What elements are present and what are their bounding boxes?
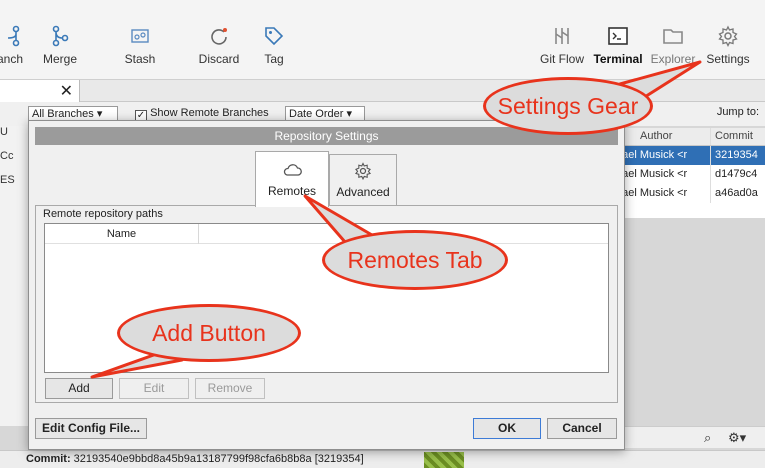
- add-button-callout: Add Button: [117, 304, 301, 362]
- main-toolbar: anch Merge Stash Discard Tag Git Flow Te…: [0, 0, 765, 80]
- author-column-header[interactable]: Author: [612, 128, 710, 145]
- status-bar: Commit: 32193540e9bbd8a45b9a13187799f98c…: [0, 450, 765, 468]
- author-cell: hael Musick <r: [616, 149, 688, 161]
- merge-icon: [28, 24, 92, 50]
- cancel-button[interactable]: Cancel: [547, 418, 617, 439]
- list-header: Name: [45, 224, 608, 244]
- settings-button[interactable]: Settings: [696, 24, 760, 66]
- table-row[interactable]: hael Musick <r d1479c4: [612, 165, 765, 184]
- graph-pattern: [424, 452, 464, 468]
- add-button[interactable]: Add: [45, 378, 113, 399]
- search-icon[interactable]: ⌕: [704, 430, 711, 446]
- stash-icon: [108, 24, 172, 50]
- sidebar-text-3: ES: [0, 174, 15, 186]
- stash-button[interactable]: Stash: [108, 24, 172, 66]
- remote-paths-list[interactable]: Name: [44, 223, 609, 373]
- table-row[interactable]: hael Musick <r a46ad0a: [612, 184, 765, 203]
- remove-button[interactable]: Remove: [195, 378, 265, 399]
- gear-icon: [352, 161, 374, 181]
- commit-column-header[interactable]: Commit: [710, 128, 765, 145]
- merge-label: Merge: [42, 52, 77, 66]
- gear-icon[interactable]: ⚙▾: [728, 430, 746, 446]
- commit-table-header: Author Commit: [612, 128, 765, 146]
- sidebar-stub: U Cc ES: [0, 126, 28, 426]
- search-strip: ⌕ ⚙▾: [620, 426, 765, 448]
- close-icon[interactable]: ✕: [60, 81, 73, 101]
- remotes-tab-callout: Remotes Tab: [322, 230, 508, 290]
- gear-icon: [696, 24, 760, 50]
- tab-advanced-label: Advanced: [336, 185, 390, 199]
- tag-button[interactable]: Tag: [242, 24, 306, 66]
- commit-hash: 32193540e9bbd8a45b9a13187799f98cfa6b8b8a…: [73, 453, 364, 465]
- name-column-header[interactable]: Name: [45, 224, 199, 244]
- branch-label: anch: [0, 52, 24, 66]
- table-row[interactable]: hael Musick <r 3219354: [612, 146, 765, 165]
- commit-table: Author Commit hael Musick <r 3219354 hae…: [612, 128, 765, 218]
- merge-button[interactable]: Merge: [28, 24, 92, 66]
- cloud-icon: [281, 160, 303, 180]
- discard-label: Discard: [198, 52, 240, 66]
- settings-gear-callout-text: Settings Gear: [497, 92, 639, 119]
- tab-remotes-label: Remotes: [267, 184, 317, 198]
- group-label: Remote repository paths: [41, 208, 165, 220]
- terminal-label: Terminal: [593, 52, 643, 66]
- git-flow-button[interactable]: Git Flow: [530, 24, 594, 66]
- order-value: Date Order: [289, 108, 344, 120]
- stash-label: Stash: [124, 52, 156, 66]
- author-cell: hael Musick <r: [616, 168, 688, 180]
- commit-label: Commit:: [26, 453, 71, 465]
- show-remote-label: Show Remote Branches: [150, 107, 269, 119]
- explorer-label: Explorer: [650, 52, 696, 66]
- commit-cell: d1479c4: [710, 165, 765, 184]
- branches-filter-value: All Branches: [32, 108, 94, 120]
- add-button-callout-text: Add Button: [152, 319, 266, 346]
- ok-button[interactable]: OK: [473, 418, 541, 439]
- commit-cell: a46ad0a: [710, 184, 765, 203]
- tab-remotes[interactable]: Remotes: [255, 151, 329, 207]
- edit-button[interactable]: Edit: [119, 378, 189, 399]
- git-flow-label: Git Flow: [539, 52, 584, 66]
- author-cell: hael Musick <r: [616, 187, 688, 199]
- commit-cell: 3219354: [710, 146, 765, 165]
- settings-gear-callout: Settings Gear: [483, 77, 653, 135]
- sidebar-text-2: Cc: [0, 150, 14, 162]
- edit-config-button[interactable]: Edit Config File...: [35, 418, 147, 439]
- git-flow-icon: [530, 24, 594, 50]
- tag-label: Tag: [264, 52, 284, 66]
- sidebar-text-1: U: [0, 126, 8, 138]
- tag-icon: [242, 24, 306, 50]
- repo-tab[interactable]: ✕: [0, 80, 80, 102]
- settings-label: Settings: [706, 52, 750, 66]
- tab-advanced[interactable]: Advanced: [329, 154, 397, 205]
- jump-to-label: Jump to:: [716, 106, 759, 118]
- repository-settings-dialog: Repository Settings Remotes Advanced Rem…: [28, 120, 625, 450]
- remotes-tab-callout-text: Remotes Tab: [347, 246, 483, 273]
